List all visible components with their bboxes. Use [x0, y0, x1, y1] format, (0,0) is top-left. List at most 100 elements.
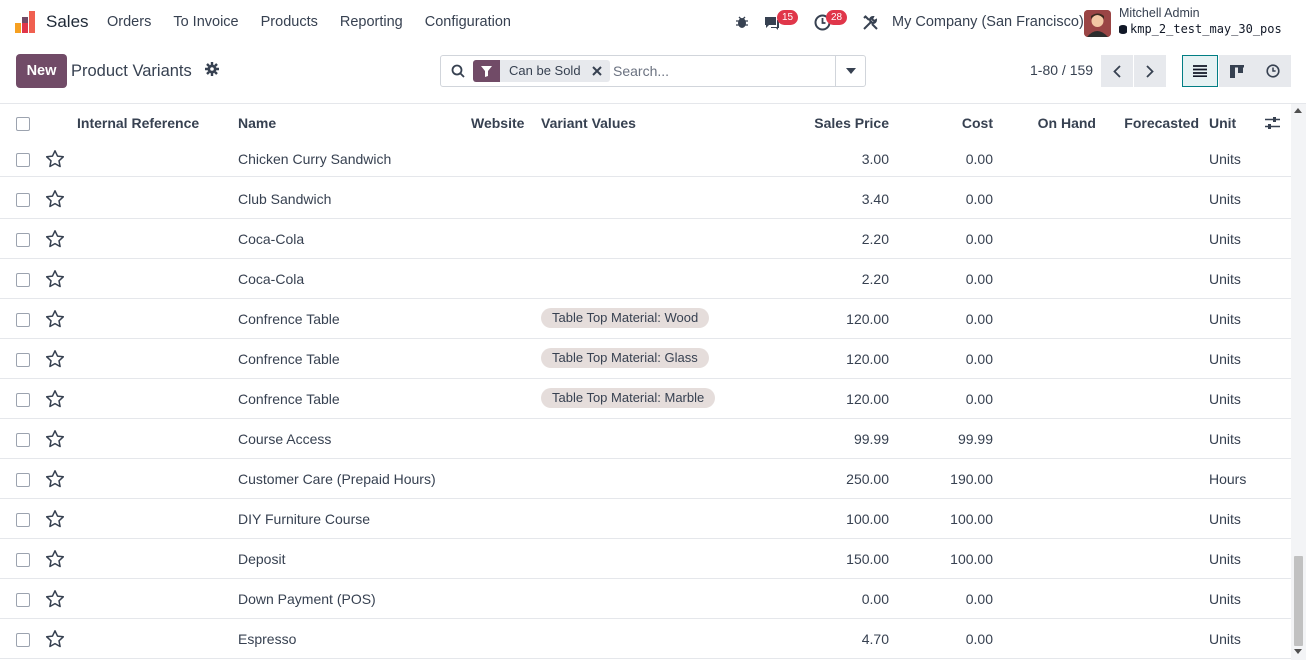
row-checkbox[interactable]	[16, 473, 30, 487]
row-checkbox[interactable]	[16, 433, 30, 447]
pager-next-button[interactable]	[1134, 55, 1166, 87]
favorite-star-icon[interactable]	[45, 349, 65, 369]
table-row[interactable]: Customer Care (Prepaid Hours) 250.00 190.0…	[0, 459, 1291, 499]
row-checkbox[interactable]	[16, 233, 30, 247]
table-row[interactable]: Confrence Table Table Top Material: Marbl…	[0, 379, 1291, 419]
kanban-view-button[interactable]	[1219, 55, 1255, 87]
favorite-star-icon[interactable]	[45, 389, 65, 409]
cell-cost: 0.00	[965, 591, 993, 607]
chevron-left-icon	[1113, 64, 1121, 78]
top-navbar: Sales Orders To Invoice Products Reporti…	[0, 0, 1306, 46]
row-checkbox[interactable]	[16, 273, 30, 287]
favorite-star-icon[interactable]	[45, 149, 65, 169]
bug-icon[interactable]	[735, 15, 749, 29]
app-name[interactable]: Sales	[46, 12, 89, 32]
column-unit[interactable]: Unit	[1209, 115, 1236, 131]
row-checkbox[interactable]	[16, 393, 30, 407]
favorite-star-icon[interactable]	[45, 549, 65, 569]
cell-sales-price: 120.00	[846, 351, 889, 367]
activity-view-button[interactable]	[1255, 55, 1291, 87]
select-all-checkbox[interactable]	[16, 117, 30, 131]
row-checkbox[interactable]	[16, 353, 30, 367]
row-checkbox[interactable]	[16, 153, 30, 167]
row-checkbox[interactable]	[16, 193, 30, 207]
facet-remove-icon[interactable]	[589, 60, 605, 82]
vertical-scrollbar[interactable]	[1291, 104, 1306, 660]
menu-item-configuration[interactable]: Configuration	[425, 14, 511, 30]
cell-unit: Units	[1209, 511, 1241, 527]
table-row[interactable]: Chicken Curry Sandwich 3.00 0.00 Units	[0, 139, 1291, 177]
optional-columns-icon[interactable]	[1265, 116, 1280, 130]
table-row[interactable]: Course Access 99.99 99.99 Units	[0, 419, 1291, 459]
pager-previous-button[interactable]	[1101, 55, 1133, 87]
menu-item-orders[interactable]: Orders	[107, 14, 151, 30]
cell-name: Coca-Cola	[238, 271, 305, 287]
favorite-star-icon[interactable]	[45, 189, 65, 209]
menu-item-reporting[interactable]: Reporting	[340, 14, 403, 30]
column-variant-values[interactable]: Variant Values	[541, 115, 636, 131]
cell-cost: 190.00	[950, 471, 993, 487]
scroll-down-arrow-icon[interactable]	[1294, 649, 1302, 654]
menu-item-products[interactable]: Products	[261, 14, 318, 30]
cell-cost: 100.00	[950, 511, 993, 527]
pager-value[interactable]: 1-80 / 159	[1030, 62, 1093, 78]
cell-sales-price: 150.00	[846, 551, 889, 567]
cell-sales-price: 3.00	[861, 151, 889, 167]
favorite-star-icon[interactable]	[45, 269, 65, 289]
column-cost[interactable]: Cost	[962, 115, 993, 131]
list-view-button[interactable]	[1182, 55, 1218, 87]
tools-icon[interactable]	[862, 14, 879, 31]
database-name: kmp_2_test_may_30_pos	[1119, 22, 1282, 36]
row-checkbox[interactable]	[16, 313, 30, 327]
cell-name: Club Sandwich	[238, 191, 332, 207]
search-options-toggle[interactable]	[835, 56, 865, 86]
table-row[interactable]: DIY Furniture Course 100.00 100.00 Units	[0, 499, 1291, 539]
search-input[interactable]	[613, 61, 833, 81]
cell-sales-price: 2.20	[861, 231, 889, 247]
cell-cost: 0.00	[965, 351, 993, 367]
table-row[interactable]: Coca-Cola 2.20 0.00 Units	[0, 259, 1291, 299]
table-row[interactable]: Confrence Table Table Top Material: Glass…	[0, 339, 1291, 379]
cell-sales-price: 0.00	[861, 591, 889, 607]
favorite-star-icon[interactable]	[45, 229, 65, 249]
column-name[interactable]: Name	[238, 115, 276, 131]
user-name[interactable]: Mitchell Admin	[1119, 6, 1200, 20]
cell-name: Confrence Table	[238, 311, 340, 327]
new-button[interactable]: New	[16, 54, 67, 88]
column-sales-price[interactable]: Sales Price	[814, 115, 889, 131]
cell-unit: Units	[1209, 351, 1241, 367]
cell-name: Espresso	[238, 631, 297, 647]
favorite-star-icon[interactable]	[45, 429, 65, 449]
menu-item-to-invoice[interactable]: To Invoice	[173, 14, 238, 30]
cell-sales-price: 100.00	[846, 511, 889, 527]
sales-chart-logo-icon[interactable]	[15, 11, 37, 33]
table-row[interactable]: Coca-Cola 2.20 0.00 Units	[0, 219, 1291, 259]
row-checkbox[interactable]	[16, 633, 30, 647]
cell-sales-price: 4.70	[861, 631, 889, 647]
favorite-star-icon[interactable]	[45, 469, 65, 489]
favorite-star-icon[interactable]	[45, 629, 65, 649]
company-switcher[interactable]: My Company (San Francisco)	[892, 14, 1084, 30]
scroll-thumb[interactable]	[1294, 556, 1303, 646]
cell-unit: Units	[1209, 391, 1241, 407]
gear-icon[interactable]	[205, 62, 219, 76]
table-row[interactable]: Deposit 150.00 100.00 Units	[0, 539, 1291, 579]
row-checkbox[interactable]	[16, 553, 30, 567]
favorite-star-icon[interactable]	[45, 509, 65, 529]
column-forecasted[interactable]: Forecasted	[1124, 115, 1199, 131]
column-internal-reference[interactable]: Internal Reference	[77, 115, 199, 131]
row-checkbox[interactable]	[16, 593, 30, 607]
table-row[interactable]: Club Sandwich 3.40 0.00 Units	[0, 179, 1291, 219]
table-row[interactable]: Confrence Table Table Top Material: Wood 1…	[0, 299, 1291, 339]
scroll-up-arrow-icon[interactable]	[1294, 108, 1302, 113]
table-row[interactable]: Down Payment (POS) 0.00 0.00 Units	[0, 579, 1291, 619]
table-row[interactable]: Espresso 4.70 0.00 Units	[0, 619, 1291, 659]
user-avatar[interactable]	[1084, 10, 1111, 37]
facet-label: Can be Sold	[509, 63, 581, 78]
favorite-star-icon[interactable]	[45, 589, 65, 609]
favorite-star-icon[interactable]	[45, 309, 65, 329]
column-website[interactable]: Website	[471, 115, 524, 131]
column-on-hand[interactable]: On Hand	[1038, 115, 1096, 131]
cell-unit: Units	[1209, 231, 1241, 247]
row-checkbox[interactable]	[16, 513, 30, 527]
